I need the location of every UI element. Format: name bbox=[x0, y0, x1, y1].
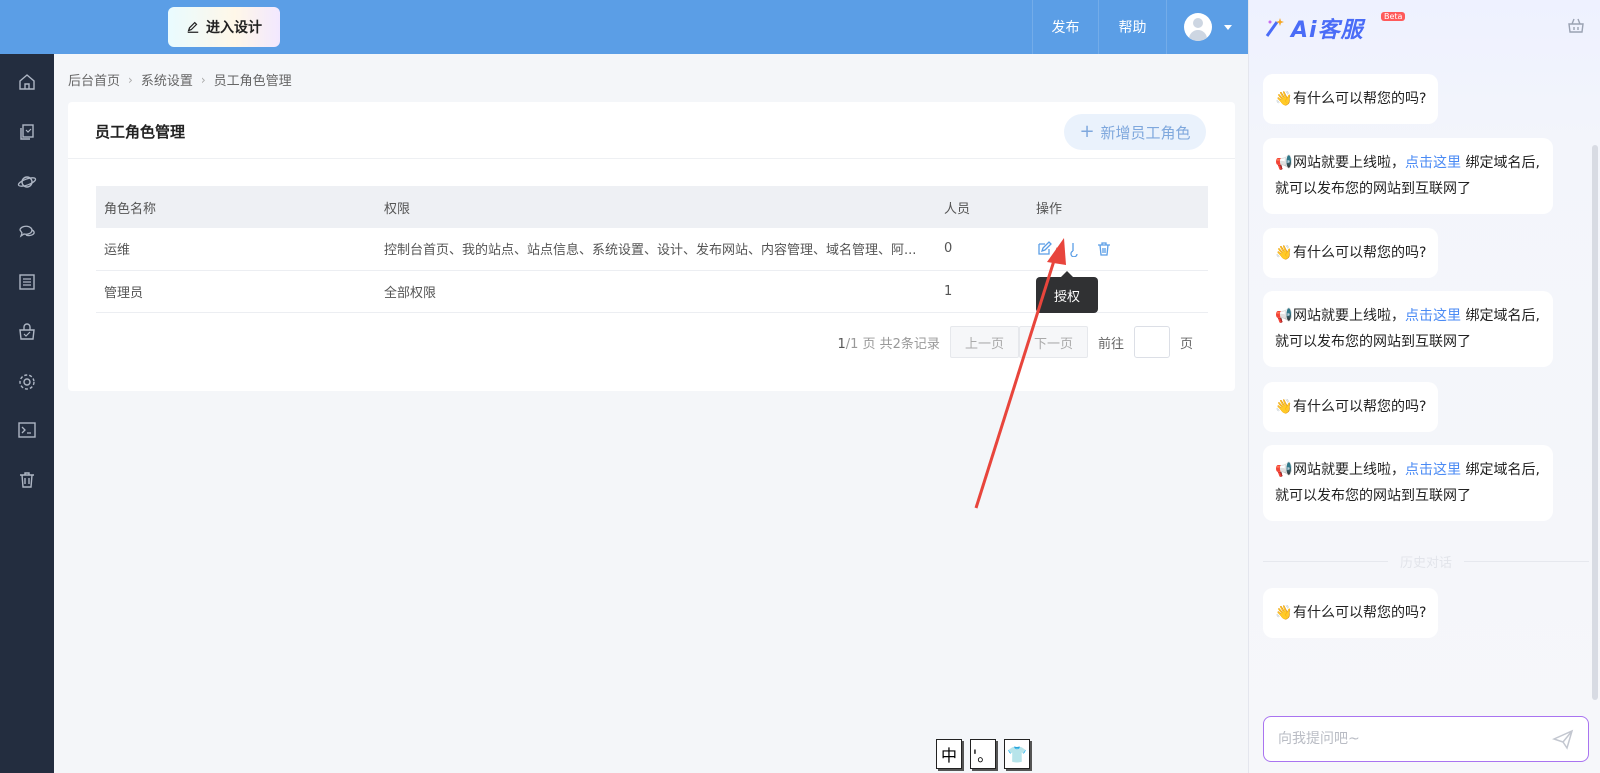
wave-hand-icon: 👋 bbox=[1275, 399, 1293, 415]
publish-button[interactable]: 发布 bbox=[1032, 0, 1098, 54]
page-unit-label: 页 bbox=[1179, 336, 1193, 352]
message-text: 有什么可以帮您的吗? bbox=[1293, 399, 1427, 415]
role-permissions: 全部权限 bbox=[376, 270, 936, 313]
message-text: 有什么可以帮您的吗? bbox=[1293, 245, 1427, 261]
message-text: 有什么可以帮您的吗? bbox=[1293, 605, 1427, 621]
col-permissions: 权限 bbox=[376, 186, 936, 228]
role-name: 管理员 bbox=[96, 270, 376, 313]
page-info: 1/1 页 共2条记录 bbox=[837, 333, 939, 352]
chat-bubble: 📢网站就要上线啦，点击这里 绑定域名后,就可以发布您的网站到互联网了 bbox=[1263, 291, 1553, 367]
delete-icon[interactable] bbox=[1096, 241, 1112, 257]
divider-line bbox=[1464, 561, 1590, 562]
col-role-name: 角色名称 bbox=[96, 186, 376, 228]
chat-icon[interactable] bbox=[17, 222, 37, 242]
bind-domain-link[interactable]: 点击这里 bbox=[1405, 462, 1461, 478]
megaphone-icon: 📢 bbox=[1275, 462, 1293, 478]
megaphone-icon: 📢 bbox=[1275, 155, 1293, 171]
add-role-button[interactable]: + 新增员工角色 bbox=[1064, 114, 1206, 150]
message-text: 网站就要上线啦， bbox=[1293, 155, 1405, 171]
edit-icon bbox=[187, 21, 199, 33]
chat-bubble: 👋有什么可以帮您的吗? bbox=[1263, 228, 1439, 278]
chat-bubble: 📢网站就要上线啦，点击这里 绑定域名后,就可以发布您的网站到互联网了 bbox=[1263, 138, 1553, 214]
next-page-button[interactable]: 下一页 bbox=[1018, 326, 1088, 358]
wave-hand-icon: 👋 bbox=[1275, 245, 1293, 261]
page-current: 1 bbox=[837, 336, 846, 352]
shop-bag-icon[interactable] bbox=[17, 322, 37, 342]
sparkle-icon bbox=[1265, 18, 1284, 37]
chat-bubble: 👋有什么可以帮您的吗? bbox=[1263, 382, 1439, 432]
message-text: 网站就要上线啦， bbox=[1293, 308, 1405, 324]
breadcrumb-current: 员工角色管理 bbox=[213, 74, 292, 89]
bind-domain-link[interactable]: 点击这里 bbox=[1405, 155, 1461, 171]
page-title: 员工角色管理 bbox=[95, 123, 186, 141]
ai-question-input[interactable] bbox=[1278, 731, 1552, 747]
beta-badge: Beta bbox=[1381, 12, 1406, 21]
ime-key-punctuation[interactable]: '。 bbox=[970, 739, 996, 769]
chevron-right-icon: › bbox=[128, 72, 133, 87]
role-permissions: 控制台首页、我的站点、站点信息、系统设置、设计、发布网站、内容管理、域名管理、阿… bbox=[376, 228, 936, 271]
table-row: 运维 控制台首页、我的站点、站点信息、系统设置、设计、发布网站、内容管理、域名管… bbox=[96, 228, 1208, 271]
avatar bbox=[1183, 13, 1212, 41]
plus-icon: + bbox=[1079, 121, 1095, 142]
authorize-tooltip: 授权 bbox=[1036, 271, 1098, 313]
breadcrumb: 后台首页 › 系统设置 › 员工角色管理 bbox=[68, 70, 292, 90]
ai-panel: Ai客服 Beta 👋有什么可以帮您的吗? 📢网站就要上线啦，点击这里 绑定域名… bbox=[1248, 0, 1600, 773]
scrollbar[interactable] bbox=[1592, 145, 1598, 700]
table-header-row: 角色名称 权限 人员 操作 bbox=[96, 186, 1208, 228]
chat-bubble: 👋有什么可以帮您的吗? bbox=[1263, 74, 1439, 124]
chat-bubble: 📢网站就要上线啦，点击这里 绑定域名后,就可以发布您的网站到互联网了 bbox=[1263, 445, 1553, 521]
sidebar bbox=[0, 54, 54, 773]
settings-icon[interactable] bbox=[17, 372, 37, 392]
col-actions: 操作 bbox=[1028, 186, 1208, 228]
divider-line bbox=[1263, 561, 1388, 562]
wave-hand-icon: 👋 bbox=[1275, 605, 1293, 621]
page-rest: /1 页 共2条记录 bbox=[845, 336, 940, 352]
edit-icon[interactable] bbox=[1036, 240, 1052, 257]
ai-logo: Ai客服 Beta bbox=[1263, 12, 1406, 44]
role-name: 运维 bbox=[96, 228, 376, 271]
role-actions bbox=[1028, 228, 1208, 271]
send-icon[interactable] bbox=[1552, 728, 1574, 750]
role-members: 1 bbox=[936, 270, 1028, 313]
pages-icon[interactable] bbox=[17, 122, 37, 142]
ime-indicator: 中 '。 👕 bbox=[936, 739, 1030, 769]
clear-basket-icon[interactable] bbox=[1566, 16, 1586, 36]
authorize-hand-icon[interactable] bbox=[1066, 241, 1082, 257]
terminal-icon[interactable] bbox=[17, 420, 37, 440]
divider bbox=[68, 158, 1235, 159]
ime-key-skin[interactable]: 👕 bbox=[1004, 739, 1030, 769]
history-label: 历史对话 bbox=[1400, 556, 1453, 571]
help-button[interactable]: 帮助 bbox=[1098, 0, 1166, 54]
enter-design-label: 进入设计 bbox=[206, 20, 262, 36]
enter-design-button[interactable]: 进入设计 bbox=[168, 7, 280, 47]
breadcrumb-settings[interactable]: 系统设置 bbox=[141, 70, 193, 89]
message-text: 有什么可以帮您的吗? bbox=[1293, 91, 1427, 107]
goto-label: 前往 bbox=[1097, 336, 1124, 352]
role-members: 0 bbox=[936, 228, 1028, 271]
pagination: 1/1 页 共2条记录 上一页 下一页 前往 页 bbox=[837, 326, 1193, 358]
megaphone-icon: 📢 bbox=[1275, 308, 1293, 324]
home-icon[interactable] bbox=[17, 72, 37, 92]
top-bar: 进入设计 发布 帮助 bbox=[0, 0, 1248, 54]
ime-key-chinese[interactable]: 中 bbox=[936, 739, 962, 769]
breadcrumb-home[interactable]: 后台首页 bbox=[68, 70, 120, 89]
ai-brand: Ai客服 bbox=[1291, 18, 1364, 43]
history-divider: 历史对话 bbox=[1263, 552, 1590, 571]
add-role-label: 新增员工角色 bbox=[1100, 123, 1191, 142]
chat-bubble: 👋有什么可以帮您的吗? bbox=[1263, 588, 1439, 638]
role-card: 员工角色管理 + 新增员工角色 角色名称 权限 人员 操作 运维 控制台首页、我… bbox=[68, 102, 1235, 391]
prev-page-button[interactable]: 上一页 bbox=[949, 326, 1019, 358]
wave-hand-icon: 👋 bbox=[1275, 91, 1293, 107]
goto-page-input[interactable] bbox=[1133, 326, 1170, 358]
chevron-down-icon bbox=[1223, 24, 1232, 30]
bind-domain-link[interactable]: 点击这里 bbox=[1405, 308, 1461, 324]
ai-question-field[interactable] bbox=[1263, 716, 1589, 762]
planet-icon[interactable] bbox=[17, 172, 37, 192]
trash-icon[interactable] bbox=[17, 470, 37, 490]
user-menu[interactable] bbox=[1166, 0, 1248, 54]
list-icon[interactable] bbox=[17, 272, 37, 292]
message-text: 网站就要上线啦， bbox=[1293, 462, 1405, 478]
col-members: 人员 bbox=[936, 186, 1028, 228]
chevron-right-icon: › bbox=[200, 72, 206, 87]
